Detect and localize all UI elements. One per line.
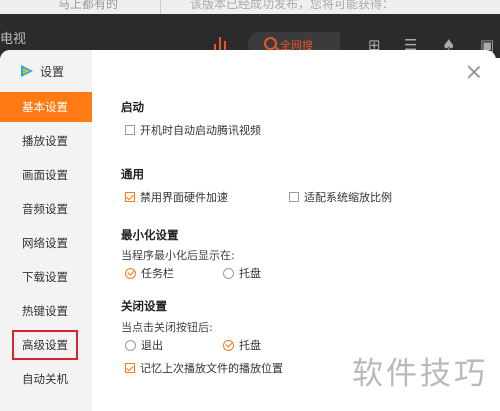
startup-section-title: 启动 (121, 100, 144, 114)
settings-dialog: 设置 基本设置 播放设置 画面设置 音频设置 网络设置 下载设置 热键设置 高级… (0, 50, 496, 411)
sidebar-item-playback[interactable]: 播放设置 (0, 126, 92, 156)
background-divider (160, 0, 161, 14)
disable-hw-accel-check-box[interactable] (125, 192, 135, 202)
minimize-tray-label: 托盘 (239, 267, 261, 280)
sidebar-item-network[interactable]: 网络设置 (0, 228, 92, 258)
close-exit-label: 退出 (141, 339, 163, 352)
minimize-section-title: 最小化设置 (121, 228, 179, 242)
sidebar-item-audio[interactable]: 音频设置 (0, 194, 92, 224)
auto-start-check-box[interactable] (125, 125, 135, 135)
minimize-taskbar-radio-dot[interactable] (125, 267, 136, 279)
disable-hw-accel-label: 禁用界面硬件加速 (140, 191, 228, 204)
settings-title: 设置 (40, 64, 65, 79)
sidebar-item-advanced[interactable]: 高级设置 (12, 330, 78, 360)
close-exit-radio-dot[interactable] (125, 339, 136, 351)
settings-sidebar: 设置 基本设置 播放设置 画面设置 音频设置 网络设置 下载设置 热键设置 高级… (0, 50, 92, 411)
sidebar-item-hotkeys[interactable]: 热键设置 (0, 296, 92, 326)
minimize-taskbar-label: 任务栏 (141, 267, 174, 280)
close-tray-radio[interactable]: 托盘 (223, 337, 261, 353)
sidebar-item-download[interactable]: 下载设置 (0, 262, 92, 292)
minimize-prompt: 当程序最小化后显示在: (121, 249, 235, 262)
remember-position-checkbox[interactable]: 记忆上次播放文件的播放位置 (125, 360, 283, 376)
adapt-scaling-checkbox[interactable]: 适配系统缩放比例 (289, 189, 392, 205)
close-prompt: 当点击关闭按钮后: (121, 321, 213, 334)
close-exit-radio[interactable]: 退出 (125, 337, 163, 353)
close-tray-radio-dot[interactable] (223, 339, 234, 351)
sidebar-item-basic[interactable]: 基本设置 (0, 92, 92, 122)
auto-start-label: 开机时自动启动腾讯视频 (140, 124, 261, 137)
background-notice-strip: 马上都有的 该版本已经成功发布，您将可能获得： (0, 0, 500, 14)
background-text-left: 马上都有的 (58, 0, 119, 11)
tencent-video-logo-icon (21, 65, 33, 77)
sidebar-item-auto-shutdown[interactable]: 自动关机 (0, 364, 92, 394)
minimize-tray-radio-dot[interactable] (223, 267, 234, 279)
close-tray-label: 托盘 (239, 339, 261, 352)
adapt-scaling-label: 适配系统缩放比例 (304, 191, 392, 204)
minimize-tray-radio[interactable]: 托盘 (223, 265, 261, 281)
background-left-label: 电视 (0, 32, 27, 47)
sidebar-item-display[interactable]: 画面设置 (0, 160, 92, 190)
general-section-title: 通用 (121, 167, 144, 181)
disable-hw-accel-checkbox[interactable]: 禁用界面硬件加速 (125, 189, 228, 205)
adapt-scaling-check-box[interactable] (289, 192, 299, 202)
minimize-taskbar-radio[interactable]: 任务栏 (125, 265, 174, 281)
ranking-icon[interactable] (214, 36, 228, 50)
close-icon[interactable] (466, 64, 482, 80)
remember-position-label: 记忆上次播放文件的播放位置 (140, 362, 283, 375)
search-icon (264, 37, 277, 50)
close-section-title: 关闭设置 (121, 299, 167, 313)
remember-position-check-box[interactable] (125, 363, 135, 373)
background-text-right: 该版本已经成功发布，您将可能获得： (190, 0, 395, 11)
auto-start-checkbox[interactable]: 开机时自动启动腾讯视频 (125, 122, 261, 138)
settings-header: 设置 (20, 62, 64, 80)
